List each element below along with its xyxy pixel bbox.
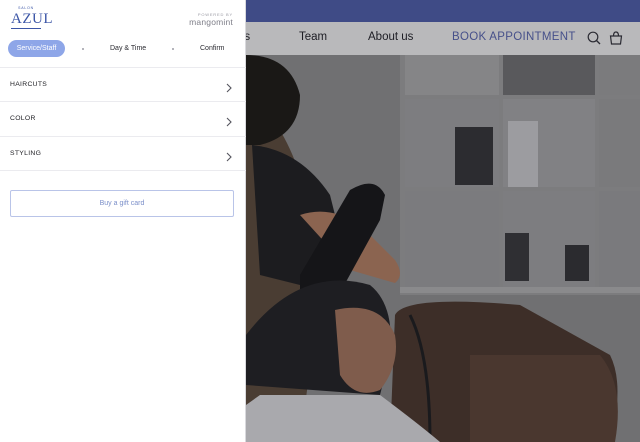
- category-label: COLOR: [10, 115, 36, 122]
- step-separator-dot: [172, 48, 174, 50]
- booking-steps: Service/Staff Day & Time Confirm: [0, 40, 246, 58]
- step-confirm[interactable]: Confirm: [200, 40, 225, 57]
- logo-underline: [11, 28, 41, 29]
- shopping-bag-icon[interactable]: [608, 30, 624, 46]
- category-color[interactable]: COLOR: [0, 102, 246, 136]
- chevron-right-icon: [225, 149, 233, 162]
- step-day-time[interactable]: Day & Time: [110, 40, 146, 57]
- logo-name: AZUL: [11, 11, 53, 27]
- step-service-staff[interactable]: Service/Staff: [8, 40, 65, 57]
- category-haircuts[interactable]: HAIRCUTS: [0, 68, 246, 102]
- step-separator-dot: [82, 48, 84, 50]
- buy-gift-card-button[interactable]: Buy a gift card: [10, 190, 234, 217]
- category-styling[interactable]: STYLING: [0, 137, 246, 171]
- nav-link-team[interactable]: Team: [299, 31, 327, 43]
- nav-link-about[interactable]: About us: [368, 31, 413, 43]
- booking-panel: SALON AZUL POWERED BY mangomint Service/…: [0, 0, 246, 442]
- category-label: STYLING: [10, 150, 42, 157]
- powered-by-brand: mangomint: [189, 17, 233, 27]
- chevron-right-icon: [225, 80, 233, 93]
- chevron-right-icon: [225, 114, 233, 127]
- salon-logo[interactable]: SALON AZUL: [8, 6, 53, 30]
- logo-tagline: SALON: [18, 6, 34, 10]
- category-label: HAIRCUTS: [10, 81, 48, 88]
- nav-link-book-appointment[interactable]: BOOK APPOINTMENT: [452, 31, 576, 43]
- powered-by: POWERED BY mangomint: [189, 12, 233, 27]
- divider: [0, 170, 246, 171]
- search-icon[interactable]: [586, 30, 602, 46]
